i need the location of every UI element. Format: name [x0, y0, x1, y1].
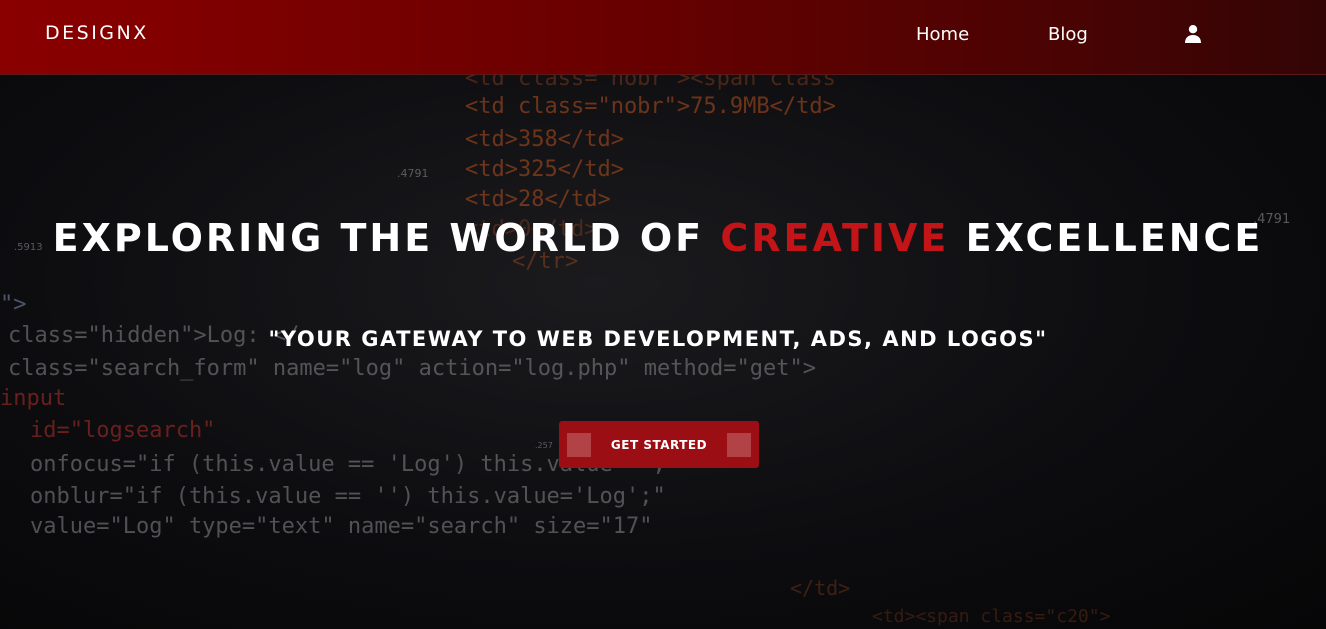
nav-link-blog[interactable]: Blog	[1048, 24, 1088, 45]
code-text: <td><span class="c20">	[872, 606, 1111, 627]
code-text: <td>28</td>	[465, 187, 611, 212]
get-started-button[interactable]: GET STARTED	[559, 421, 759, 468]
background-number: .257	[535, 441, 553, 450]
user-icon-graphic	[1185, 25, 1201, 43]
code-line: input	[0, 386, 66, 411]
code-line: <td>28</td>	[465, 187, 611, 212]
code-text: value="Log" type="text" name="search" si…	[30, 514, 653, 539]
code-text: onblur="if (this.value == '') this.value…	[30, 484, 666, 509]
code-line: ">	[0, 292, 27, 317]
hero-title-part1: EXPLORING THE WORLD OF	[52, 216, 721, 260]
nav-link-home[interactable]: Home	[916, 24, 969, 45]
code-line: <td>325</td>	[465, 157, 624, 182]
code-line: onblur="if (this.value == '') this.value…	[30, 484, 666, 509]
code-text: class="search_form" name="log" action="l…	[8, 356, 816, 381]
navbar: DESIGNX Home Blog	[0, 0, 1326, 75]
code-text: <td class="nobr">75.9MB</td>	[465, 94, 836, 119]
code-line: value="Log" type="text" name="search" si…	[30, 514, 653, 539]
get-started-label: GET STARTED	[610, 437, 708, 452]
brand-logo[interactable]: DESIGNX	[45, 22, 149, 44]
code-text: <td>325</td>	[465, 157, 624, 182]
code-line: </td>	[790, 576, 850, 600]
hero-title-part2: EXCELLENCE	[949, 216, 1264, 260]
code-text: ">	[0, 292, 27, 317]
code-line: <td>358</td>	[465, 127, 624, 152]
button-decoration	[727, 433, 751, 457]
code-line: class="search_form" name="log" action="l…	[8, 356, 816, 381]
code-text: </td>	[790, 576, 851, 600]
code-line: id="logsearch"	[30, 418, 215, 443]
background-number: .4791	[397, 167, 429, 180]
hero-title-accent: CREATIVE	[720, 216, 950, 260]
code-text: <td>358</td>	[465, 127, 624, 152]
button-decoration	[567, 433, 591, 457]
code-text: id="logsearch"	[30, 418, 216, 443]
hero-background: <td class="nobr"><span class <td class="…	[0, 0, 1326, 629]
code-text: input	[0, 386, 67, 411]
code-line: <td class="nobr">75.9MB</td>	[465, 94, 836, 119]
code-line: <td><span class="c20">	[872, 606, 1110, 627]
hero-title: EXPLORING THE WORLD OF CREATIVE EXCELLEN…	[0, 216, 1316, 260]
hero-subtitle: "YOUR GATEWAY TO WEB DEVELOPMENT, ADS, A…	[268, 327, 1048, 351]
user-icon[interactable]	[1183, 24, 1203, 44]
